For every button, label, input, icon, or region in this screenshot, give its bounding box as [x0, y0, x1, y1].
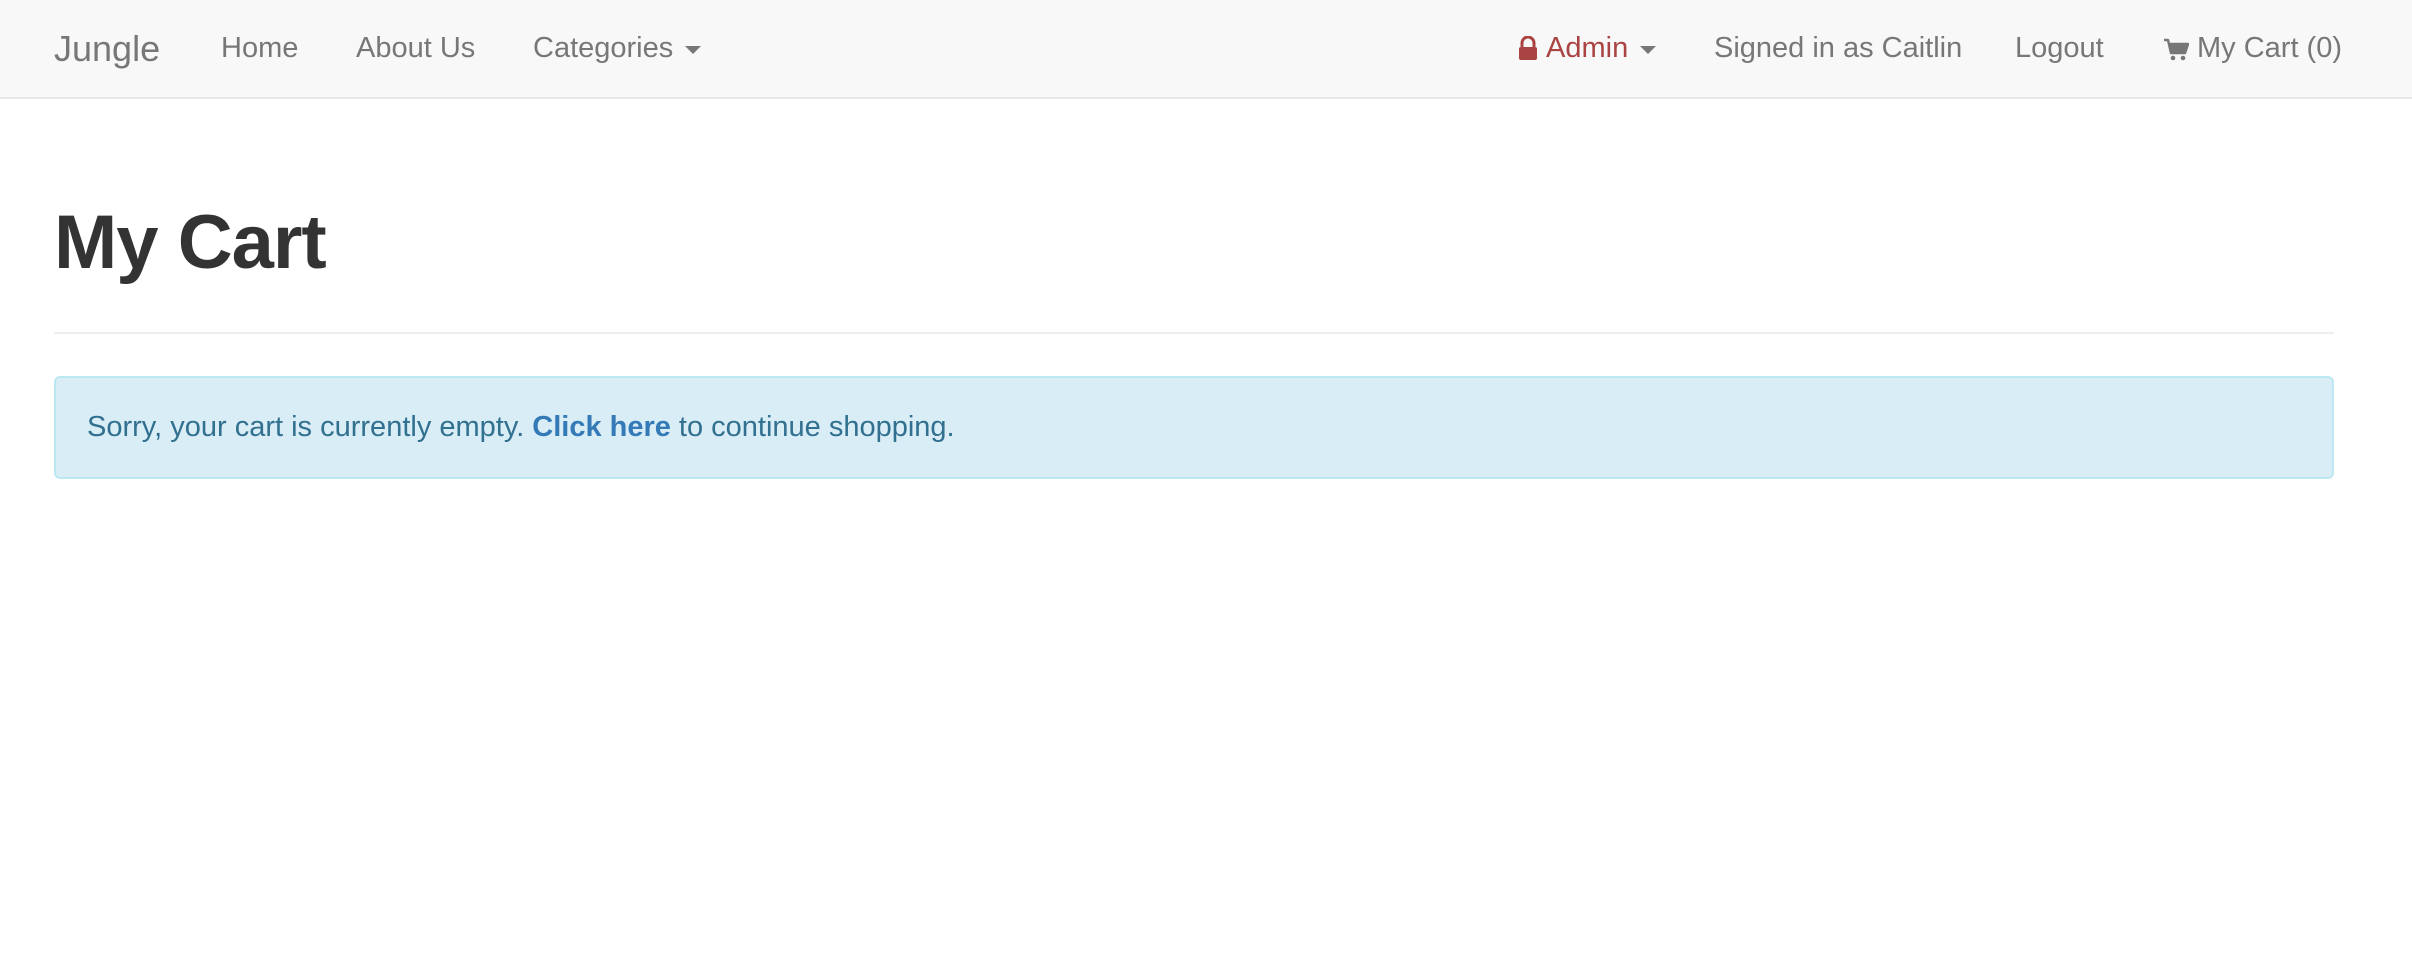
logout-link[interactable]: Logout [2015, 0, 2104, 97]
lock-icon [1518, 35, 1538, 62]
alert-message: Sorry, your cart is currently empty. [87, 411, 525, 443]
cart-label: My Cart (0) [2197, 32, 2342, 64]
categories-label: Categories [533, 32, 674, 64]
my-cart-link[interactable]: My Cart (0) [2163, 0, 2342, 97]
alert-suffix: to continue shopping. [678, 411, 955, 443]
nav-about-link[interactable]: About Us [356, 0, 475, 97]
nav-home-link[interactable]: Home [221, 0, 298, 97]
admin-label: Admin [1546, 32, 1629, 64]
continue-shopping-link[interactable]: Click here [532, 411, 671, 444]
caret-down-icon [1640, 46, 1657, 54]
categories-dropdown[interactable]: Categories [533, 0, 702, 97]
caret-down-icon [685, 46, 702, 54]
empty-cart-alert: Sorry, your cart is currently empty. Cli… [54, 376, 2334, 479]
title-divider [54, 332, 2334, 334]
signed-in-user: Signed in as Caitlin [1714, 32, 1963, 64]
shopping-cart-icon [2163, 36, 2189, 62]
page-title: My Cart [54, 200, 327, 285]
brand-link[interactable]: Jungle [54, 0, 160, 97]
top-navbar: Jungle Home About Us Categories Admin Si… [0, 0, 2412, 99]
admin-dropdown[interactable]: Admin [1518, 0, 1657, 97]
